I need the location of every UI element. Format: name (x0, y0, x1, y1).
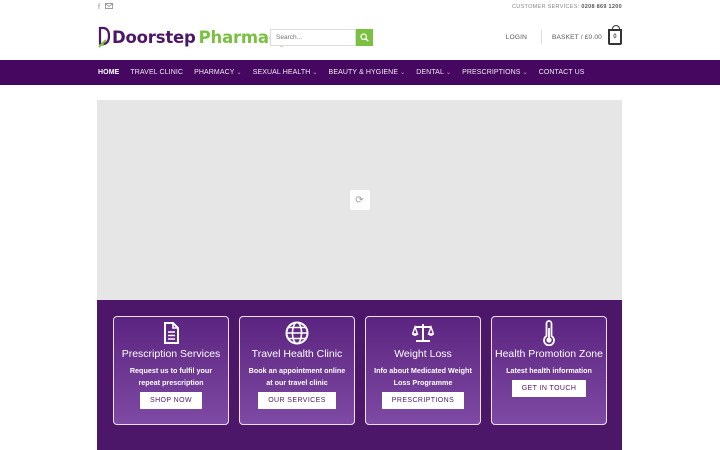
card-title: Prescription Services (121, 348, 221, 360)
logo-text-doorstep: Doorstep (112, 27, 196, 47)
nav-item-label: HOME (98, 69, 120, 76)
facebook-icon[interactable]: f (98, 4, 100, 11)
customer-services-phone[interactable]: 0208 869 1200 (581, 4, 622, 10)
login-link[interactable]: LOGIN (506, 34, 527, 41)
services-section: Prescription Services Request us to fulfi… (97, 300, 622, 450)
social-links: f (98, 3, 113, 11)
service-card: Health Promotion Zone Latest health infor… (491, 316, 607, 425)
card-description: Book an appointment online at our travel… (248, 366, 346, 387)
card-button[interactable]: GET IN TOUCH (511, 380, 587, 397)
card-button[interactable]: SHOP NOW (140, 392, 202, 409)
customer-services-label: CUSTOMER SERVICES: (512, 4, 580, 10)
service-card: Travel Health Clinic Book an appointment … (239, 316, 355, 425)
thermometer-icon (543, 320, 555, 346)
site-logo[interactable]: Doorstep Pharmacy (98, 26, 289, 48)
header-divider (540, 30, 542, 44)
nav-item-label: CONTACT US (538, 69, 585, 76)
chevron-down-icon: ⌄ (236, 70, 242, 76)
nav-item-sexual-health[interactable]: SEXUAL HEALTH ⌄ (253, 69, 318, 76)
main-nav: HOME TRAVEL CLINIC PHARMACY ⌄ SEXUAL HEALTH ⌄… (0, 60, 720, 85)
customer-services: CUSTOMER SERVICES: 0208 869 1200 (512, 4, 622, 10)
service-card: Weight Loss Info about Medicated Weight L… (365, 316, 481, 425)
nav-item-dental[interactable]: DENTAL ⌄ (416, 69, 451, 76)
chevron-down-icon: ⌄ (400, 70, 406, 76)
service-card: Prescription Services Request us to fulfi… (113, 316, 229, 425)
card-title: Travel Health Clinic (251, 348, 343, 360)
nav-item-pharmacy[interactable]: PHARMACY ⌄ (194, 69, 242, 76)
hero-slider: ⟳ (97, 100, 622, 300)
header-account: LOGIN BASKET / £0.00 0 (506, 25, 622, 45)
nav-item-label: PHARMACY (194, 69, 235, 76)
nav-item-beauty-hygiene[interactable]: BEAUTY & HYGIENE ⌄ (329, 69, 406, 76)
logo-mark-icon (98, 26, 111, 48)
nav-item-label: DENTAL (416, 69, 444, 76)
nav-item-label: SEXUAL HEALTH (252, 69, 311, 76)
search-input[interactable] (270, 29, 356, 46)
document-icon (163, 321, 179, 345)
card-description: Latest health information (506, 366, 592, 375)
nav-item-travel-clinic[interactable]: TRAVEL CLINIC (130, 69, 183, 76)
card-button[interactable]: OUR SERVICES (258, 392, 336, 409)
card-title: Health Promotion Zone (495, 348, 603, 360)
chevron-down-icon: ⌄ (312, 70, 318, 76)
email-icon[interactable] (105, 3, 113, 11)
card-title: Weight Loss (394, 348, 452, 360)
nav-item-label: PRESCRIPTIONS (462, 69, 521, 76)
card-description: Info about Medicated Weight Loss Program… (374, 366, 472, 387)
nav-item-home[interactable]: HOME (98, 69, 119, 76)
main-nav-wrap: HOME TRAVEL CLINIC PHARMACY ⌄ SEXUAL HEALTH ⌄… (0, 60, 720, 85)
nav-item-prescriptions[interactable]: PRESCRIPTIONS ⌄ (462, 69, 528, 76)
loading-spinner-icon: ⟳ (349, 190, 370, 210)
nav-item-contact-us[interactable]: CONTACT US (539, 69, 585, 76)
chevron-down-icon: ⌄ (445, 70, 452, 76)
nav-item-label: TRAVEL CLINIC (130, 69, 184, 76)
card-description: Request us to fulfil your repeat prescri… (129, 366, 213, 387)
basket-count-icon[interactable]: 0 (608, 25, 622, 45)
search-form (270, 29, 373, 46)
search-button[interactable] (356, 29, 373, 46)
card-button[interactable]: PRESCRIPTIONS (381, 392, 465, 409)
nav-item-label: BEAUTY & HYGIENE (328, 69, 399, 76)
basket-link[interactable]: BASKET / £0.00 (552, 34, 602, 41)
top-bar: f CUSTOMER SERVICES: 0208 869 1200 (0, 0, 720, 14)
scales-icon (412, 321, 434, 345)
globe-icon (285, 321, 309, 345)
chevron-down-icon: ⌄ (522, 70, 528, 76)
search-icon (360, 33, 369, 42)
